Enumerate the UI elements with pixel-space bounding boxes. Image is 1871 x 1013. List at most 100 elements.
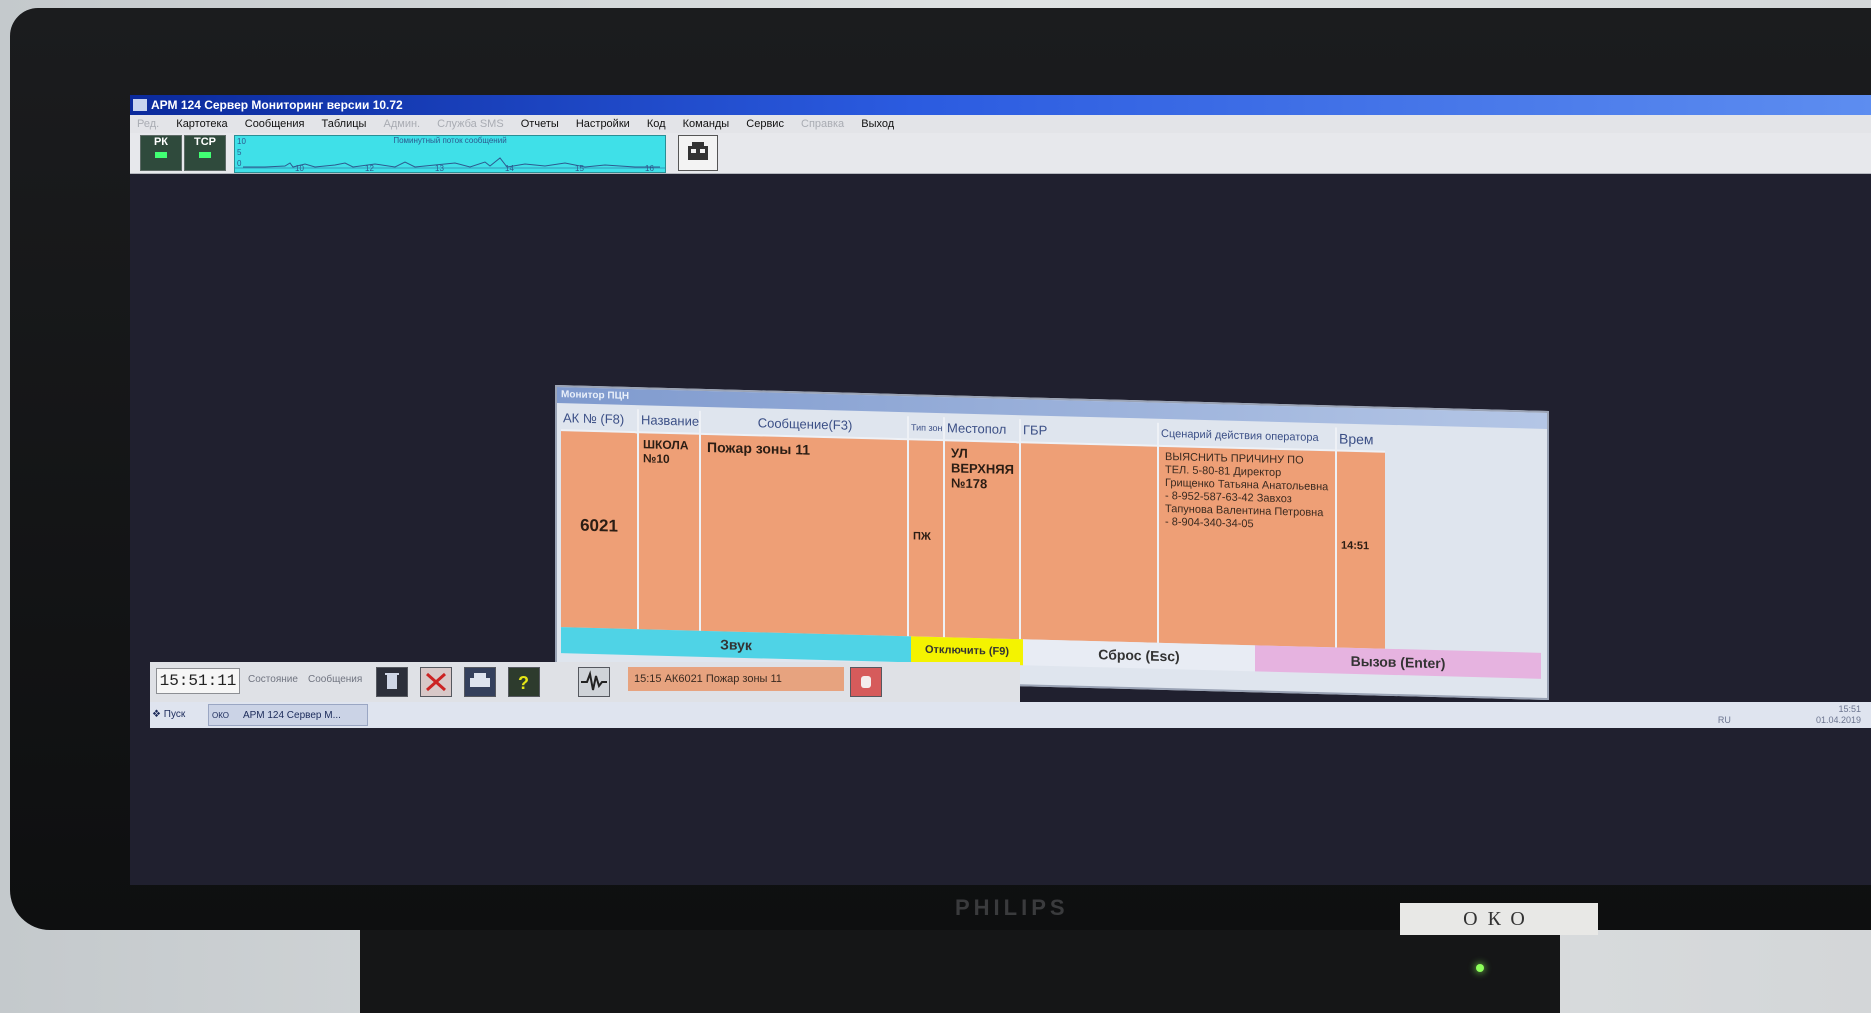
- zone-type-text: ПЖ: [913, 530, 931, 543]
- column-name: Название ШКОЛА №10: [639, 409, 701, 631]
- tcp-status-button[interactable]: ТСР: [184, 135, 226, 171]
- menu-item-admin[interactable]: Админ.: [384, 118, 421, 130]
- tab-state[interactable]: Состояние: [248, 674, 298, 685]
- last-message-box[interactable]: 15:15 АК6021 Пожар зоны 11: [628, 667, 844, 691]
- app-icon: [133, 99, 147, 111]
- clock-display: 15:51:11: [156, 668, 240, 694]
- print-button[interactable]: [464, 667, 496, 697]
- ak-number: 6021: [580, 515, 618, 536]
- header-gbr[interactable]: ГБР: [1021, 419, 1157, 447]
- object-name: ШКОЛА №10: [643, 437, 689, 467]
- graph-x-tick: 16: [645, 164, 654, 173]
- graph-x-tick: 14: [505, 164, 514, 173]
- pk-status-button[interactable]: РК: [140, 135, 182, 171]
- menu-item-service[interactable]: Сервис: [746, 118, 784, 130]
- column-scenario: Сценарий действия оператора ВЫЯСНИТЬ ПРИ…: [1159, 422, 1337, 648]
- scenario-text: ВЫЯСНИТЬ ПРИЧИНУ ПО ТЕЛ. 5-80-81 Директо…: [1165, 450, 1329, 531]
- graph-y-tick: 5: [237, 148, 242, 157]
- monitor-brand: PHILIPS: [955, 895, 1069, 920]
- taskbar-app-item[interactable]: ОКО АРМ 124 Сервер М...: [208, 704, 368, 726]
- cell-name[interactable]: ШКОЛА №10: [639, 433, 699, 631]
- message-text: Пожар зоны 11: [707, 438, 811, 458]
- graph-x-tick: 10: [295, 164, 304, 173]
- tcp-label: ТСР: [194, 136, 216, 148]
- tray-date: 01.04.2019: [1815, 715, 1861, 725]
- cell-scenario[interactable]: ВЫЯСНИТЬ ПРИЧИНУ ПО ТЕЛ. 5-80-81 Директо…: [1159, 446, 1335, 648]
- location-text: УЛ ВЕРХНЯЯ №178: [951, 445, 1014, 492]
- question-icon: ?: [518, 673, 529, 693]
- cross-icon: [426, 672, 446, 692]
- menu-item-settings[interactable]: Настройки: [576, 118, 630, 130]
- menu-item-code[interactable]: Код: [647, 118, 666, 130]
- start-button[interactable]: ❖ Пуск: [152, 705, 200, 725]
- header-time[interactable]: Врем: [1337, 427, 1385, 453]
- help-button[interactable]: ?: [508, 667, 540, 697]
- cancel-button[interactable]: [420, 667, 452, 697]
- tray-clock[interactable]: 15:51: [1838, 704, 1861, 714]
- system-tray: RU 15:51 01.04.2019: [1718, 704, 1861, 726]
- graph-caption: Поминутный поток сообщений: [393, 136, 507, 145]
- taskbar-app-label: АРМ 124 Сервер М...: [243, 710, 341, 721]
- pk-indicator-icon: [155, 152, 167, 158]
- menu-item-cards[interactable]: Картотека: [176, 118, 227, 130]
- status-bar: 15:51:11 Состояние Сообщения ? 15:15 АК6…: [150, 662, 1020, 702]
- menu-item-messages[interactable]: Сообщения: [245, 118, 305, 130]
- cell-message[interactable]: Пожар зоны 11: [701, 434, 907, 637]
- window-titlebar: АРМ 124 Сервер Мониторинг версии 10.72: [130, 95, 1871, 115]
- column-gbr: ГБР: [1021, 419, 1159, 643]
- start-label: Пуск: [163, 709, 186, 720]
- cell-time[interactable]: 14:51: [1337, 451, 1385, 649]
- menu-item-tables[interactable]: Таблицы: [322, 118, 367, 130]
- cell-zone-type[interactable]: ПЖ: [909, 440, 943, 638]
- graph-y-tick: 0: [237, 159, 242, 168]
- time-text: 14:51: [1341, 539, 1370, 553]
- tab-messages[interactable]: Сообщения: [308, 674, 362, 685]
- graph-x-tick: 15: [575, 164, 584, 173]
- taskbar: ❖ Пуск ОКО АРМ 124 Сервер М... RU 15:51 …: [150, 702, 1871, 728]
- menu-item-edit[interactable]: Ред.: [137, 118, 159, 130]
- column-zone-type: Тип зон ПЖ: [909, 416, 945, 638]
- cell-location[interactable]: УЛ ВЕРХНЯЯ №178: [945, 441, 1019, 640]
- menu-item-reports[interactable]: Отчеты: [521, 118, 559, 130]
- windows-icon: ❖: [152, 709, 161, 720]
- monitor-dialog: Монитор ПЦН АК № (F8) 6021 Название ШКОЛ…: [555, 385, 1549, 701]
- cell-ak[interactable]: 6021: [561, 431, 637, 630]
- reset-button[interactable]: Сброс (Esc): [1023, 639, 1255, 672]
- monitor-sticker-label: ОКО: [1400, 903, 1598, 935]
- alarm-table: АК № (F8) 6021 Название ШКОЛА №10 Сообще…: [561, 407, 1541, 653]
- header-location[interactable]: Местопол: [945, 417, 1019, 444]
- message-flow-graph: Поминутный поток сообщений 10 5 0 10 12 …: [234, 135, 666, 173]
- screen: АРМ 124 Сервер Мониторинг версии 10.72 Р…: [130, 95, 1871, 885]
- language-indicator[interactable]: RU: [1718, 715, 1731, 725]
- waveform-icon: [581, 670, 607, 691]
- tcp-indicator-icon: [199, 152, 211, 158]
- window-title: АРМ 124 Сервер Мониторинг версии 10.72: [151, 98, 403, 112]
- car-icon: [688, 142, 708, 160]
- graph-x-tick: 13: [435, 164, 444, 173]
- printer-icon: [470, 673, 490, 687]
- cell-gbr[interactable]: [1021, 443, 1157, 643]
- menu-bar: Ред. Картотека Сообщения Таблицы Админ. …: [130, 115, 1871, 133]
- signal-button[interactable]: [578, 667, 610, 697]
- column-ak: АК № (F8) 6021: [561, 407, 639, 630]
- alarm-stop-button[interactable]: [850, 667, 882, 697]
- graph-y-tick: 10: [237, 137, 246, 146]
- menu-item-commands[interactable]: Команды: [683, 118, 730, 130]
- trash-icon: [385, 673, 399, 689]
- menu-item-exit[interactable]: Выход: [861, 118, 894, 130]
- menu-item-sms[interactable]: Служба SMS: [437, 118, 504, 130]
- header-name[interactable]: Название: [639, 409, 699, 435]
- graph-y-ticks: 10 5 0: [237, 136, 246, 169]
- trash-button[interactable]: [376, 667, 408, 697]
- disable-button[interactable]: Отключить (F9): [911, 636, 1023, 666]
- column-location: Местопол УЛ ВЕРХНЯЯ №178: [945, 417, 1021, 640]
- pk-label: РК: [153, 136, 169, 148]
- graph-x-tick: 12: [365, 164, 374, 173]
- oko-app-icon: ОКО: [212, 711, 230, 720]
- header-zone-type[interactable]: Тип зон: [909, 416, 943, 442]
- menu-item-help[interactable]: Справка: [801, 118, 844, 130]
- toolbar: РК ТСР Поминутный поток сообщений 10 5 0…: [130, 133, 1871, 174]
- patrol-car-button[interactable]: [678, 135, 718, 171]
- header-ak[interactable]: АК № (F8): [561, 407, 637, 434]
- column-message: Сообщение(F3) Пожар зоны 11: [701, 410, 909, 637]
